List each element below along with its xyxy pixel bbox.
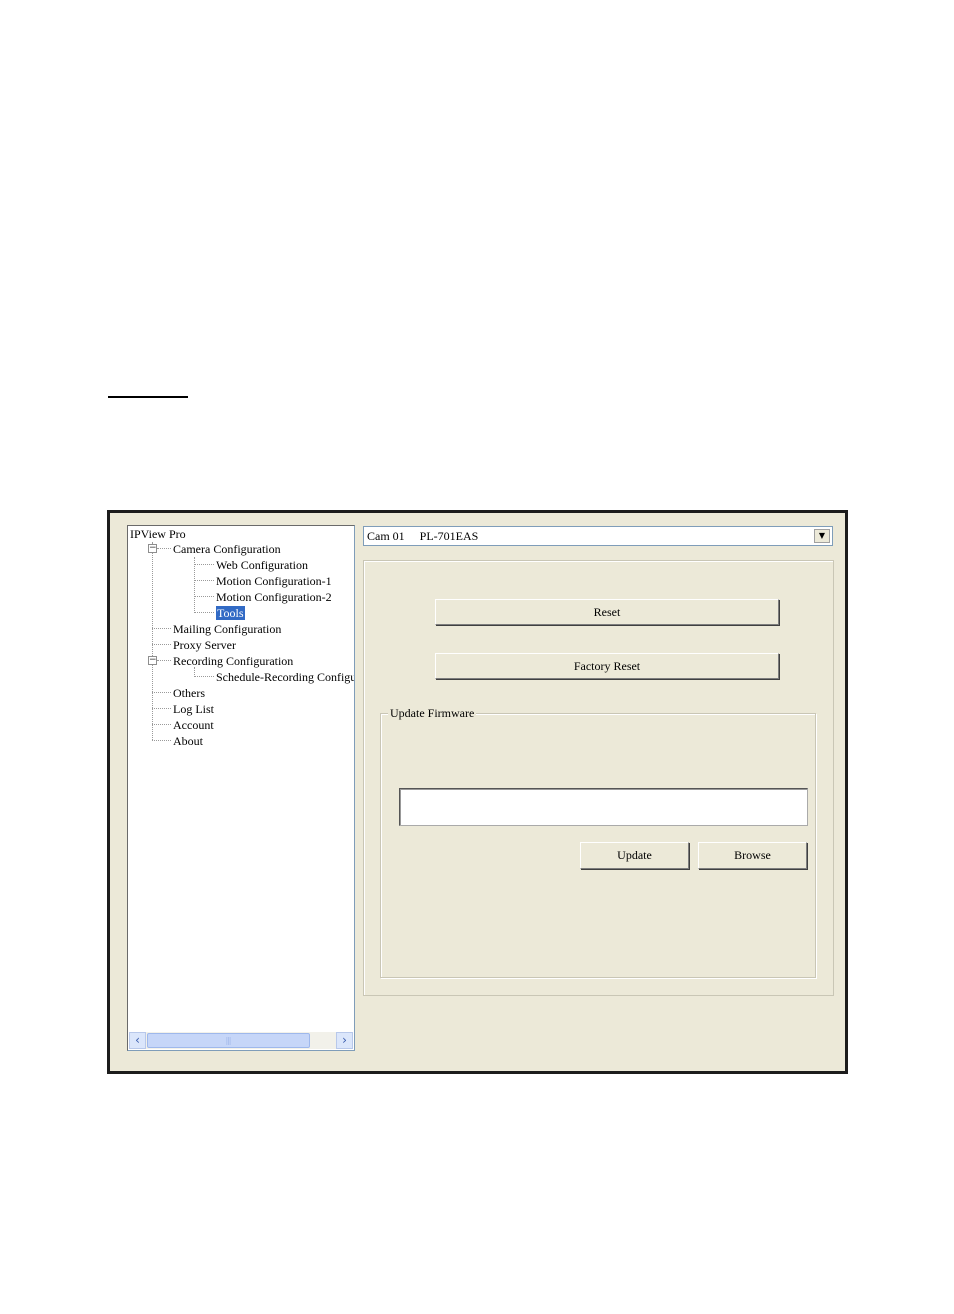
tree-item-others[interactable]: Others — [173, 686, 205, 700]
collapse-camera-configuration-icon[interactable]: − — [148, 544, 157, 553]
tree-root-ipview-pro[interactable]: IPView Pro — [130, 527, 186, 541]
factory-reset-button[interactable]: Factory Reset — [435, 653, 779, 679]
update-firmware-group-label: Update Firmware — [388, 706, 477, 721]
tree-item-motion-configuration-1[interactable]: Motion Configuration-1 — [216, 574, 332, 588]
tree-item-account[interactable]: Account — [173, 718, 214, 732]
reset-button[interactable]: Reset — [435, 599, 779, 625]
tree-line — [194, 557, 195, 613]
tree-item-label: Others — [173, 686, 205, 700]
tree-line — [157, 660, 171, 661]
tree-line — [152, 692, 171, 693]
document-heading-underline — [108, 396, 188, 398]
tree-line — [157, 548, 171, 549]
tree-item-mailing-configuration[interactable]: Mailing Configuration — [173, 622, 281, 636]
tree-item-label: Schedule-Recording Configu — [216, 670, 355, 684]
tree-item-label: Tools — [216, 606, 245, 620]
camera-select[interactable]: Cam 01 PL-701EAS ▼ — [363, 526, 833, 546]
tree-item-label: Recording Configuration — [173, 654, 294, 668]
collapse-recording-configuration-icon[interactable]: − — [148, 656, 157, 665]
tree-item-label: IPView Pro — [130, 527, 186, 541]
tree-item-tools[interactable]: Tools — [216, 606, 245, 620]
tree-item-label: Proxy Server — [173, 638, 236, 652]
tree-line — [194, 612, 214, 613]
tree-line — [152, 740, 171, 741]
browse-button[interactable]: Browse — [698, 842, 807, 869]
chevron-right-icon[interactable]: › — [336, 1032, 353, 1049]
tree-item-web-configuration[interactable]: Web Configuration — [216, 558, 308, 572]
ipview-pro-window: − − IPView Pro Camera Configuration Web … — [107, 510, 848, 1074]
tree-line — [152, 644, 171, 645]
firmware-path-input[interactable] — [399, 788, 808, 826]
tree-line — [194, 676, 214, 677]
tree-item-label: Mailing Configuration — [173, 622, 282, 636]
camera-select-value: Cam 01 PL-701EAS — [367, 529, 479, 543]
config-tree[interactable]: − − IPView Pro Camera Configuration Web … — [127, 525, 355, 1051]
tree-item-log-list[interactable]: Log List — [173, 702, 214, 716]
tree-item-label: About — [173, 734, 203, 748]
tree-item-label: Motion Configuration-1 — [216, 574, 332, 588]
tree-line — [152, 708, 171, 709]
tree-item-recording-configuration[interactable]: Recording Configuration — [173, 654, 293, 668]
tree-item-about[interactable]: About — [173, 734, 203, 748]
tree-line — [152, 542, 153, 740]
tree-line — [194, 596, 214, 597]
tree-item-label: Log List — [173, 702, 214, 716]
tree-item-label: Web Configuration — [216, 558, 309, 572]
tree-item-schedule-recording-configuration[interactable]: Schedule-Recording Configu — [216, 670, 355, 684]
tree-item-proxy-server[interactable]: Proxy Server — [173, 638, 236, 652]
tree-horizontal-scrollbar[interactable]: ‹ ||| › — [129, 1032, 353, 1049]
scroll-thumb[interactable]: ||| — [147, 1033, 310, 1048]
tree-item-camera-configuration[interactable]: Camera Configuration — [173, 542, 281, 556]
tree-item-label: Camera Configuration — [173, 542, 281, 556]
tree-line — [194, 564, 214, 565]
chevron-down-icon[interactable]: ▼ — [814, 529, 830, 543]
chevron-left-icon[interactable]: ‹ — [129, 1032, 146, 1049]
tree-line — [152, 628, 171, 629]
tree-item-motion-configuration-2[interactable]: Motion Configuration-2 — [216, 590, 332, 604]
tree-line — [194, 580, 214, 581]
tree-item-label: Motion Configuration-2 — [216, 590, 332, 604]
tree-line — [152, 724, 171, 725]
tree-item-label: Account — [173, 718, 214, 732]
update-button[interactable]: Update — [580, 842, 689, 869]
